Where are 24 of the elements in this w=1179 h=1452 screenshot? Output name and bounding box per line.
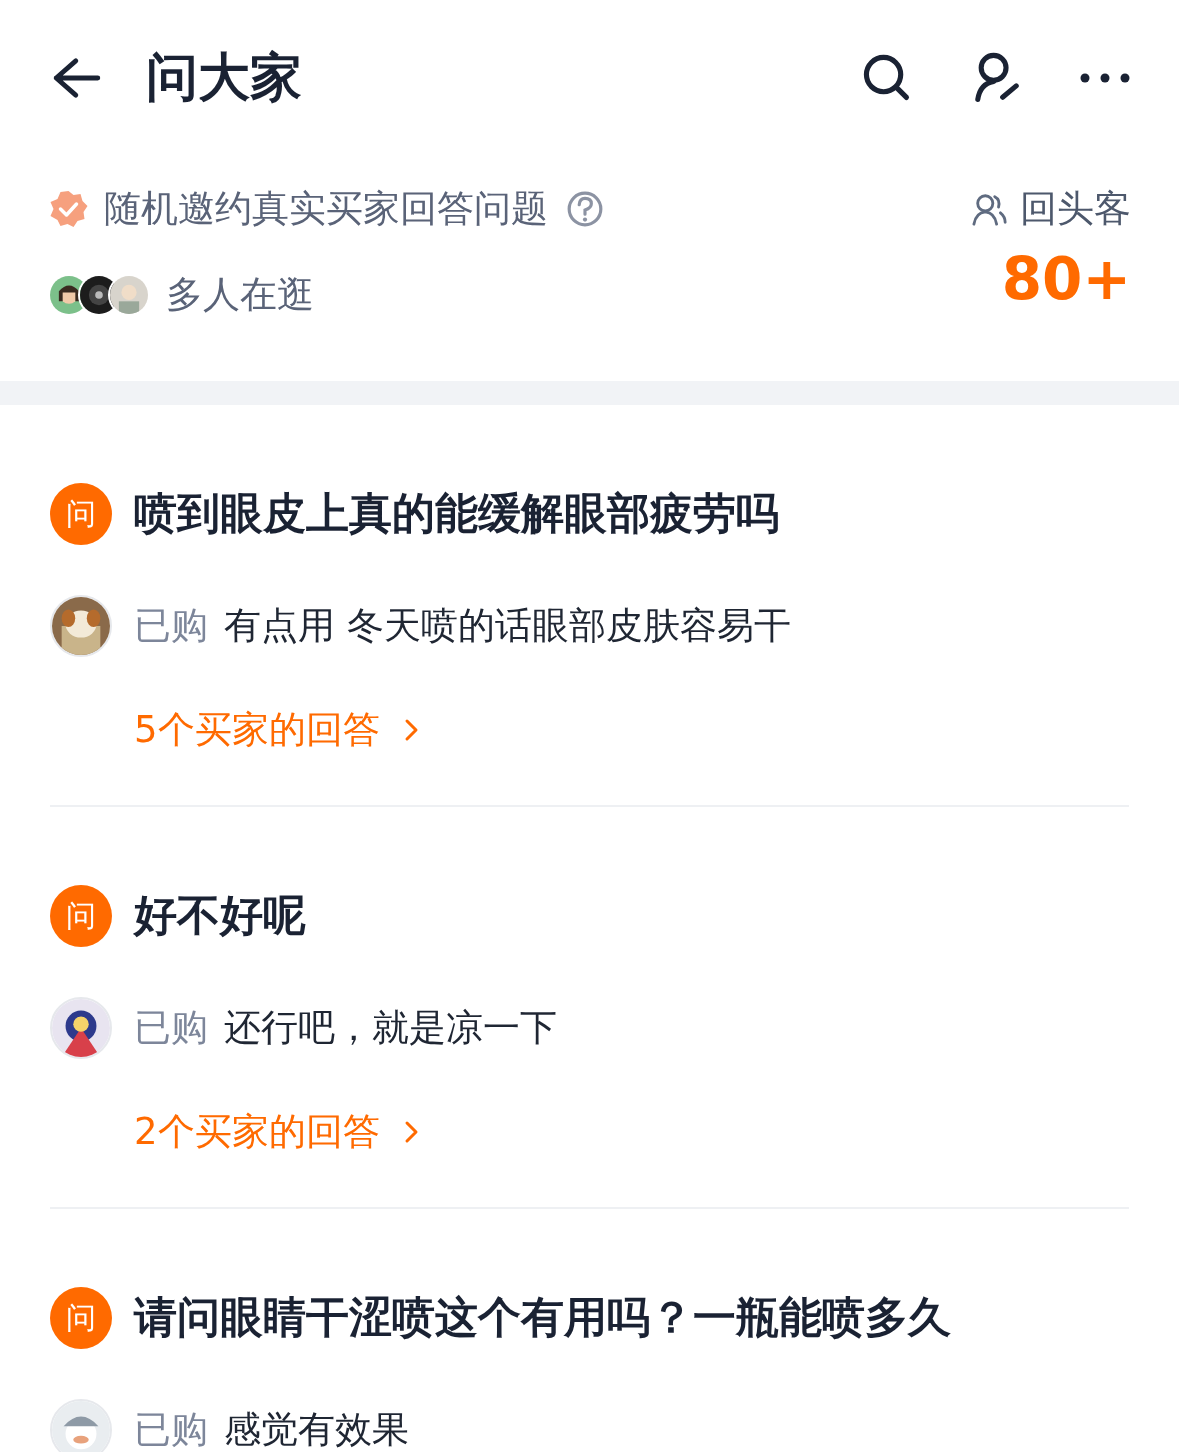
- more-icon[interactable]: [1079, 71, 1131, 85]
- page-title: 问大家: [146, 46, 302, 109]
- invite-text: 随机邀约真实买家回答问题: [104, 186, 548, 232]
- question-badge: 问: [50, 1287, 112, 1349]
- question-title[interactable]: 请问眼睛干涩喷这个有用吗？一瓶能喷多久: [134, 1289, 951, 1347]
- answer-text: 感觉有效果: [224, 1407, 409, 1452]
- people-icon: [972, 191, 1008, 227]
- purchased-tag: 已购: [134, 1003, 208, 1053]
- help-icon[interactable]: [566, 190, 604, 228]
- person-edit-icon[interactable]: [973, 52, 1021, 104]
- purchased-tag: 已购: [134, 1405, 208, 1452]
- question-title[interactable]: 好不好呢: [134, 887, 306, 945]
- question-badge: 问: [50, 885, 112, 947]
- browsing-text: 多人在逛: [166, 272, 314, 318]
- question-title[interactable]: 喷到眼皮上真的能缓解眼部疲劳吗: [134, 485, 779, 543]
- purchased-tag: 已购: [134, 601, 208, 651]
- repeat-count: 80+: [1001, 250, 1131, 308]
- repeat-label: 回头客: [1020, 186, 1131, 232]
- verified-badge-icon: [48, 189, 90, 229]
- chevron-icon: [403, 1120, 419, 1144]
- chevron-icon: [403, 718, 419, 742]
- question-badge: 问: [50, 483, 112, 545]
- answer-text: 还行吧，就是凉一下: [224, 1005, 557, 1051]
- answer-text: 有点用 冬天喷的话眼部皮肤容易干: [224, 603, 791, 649]
